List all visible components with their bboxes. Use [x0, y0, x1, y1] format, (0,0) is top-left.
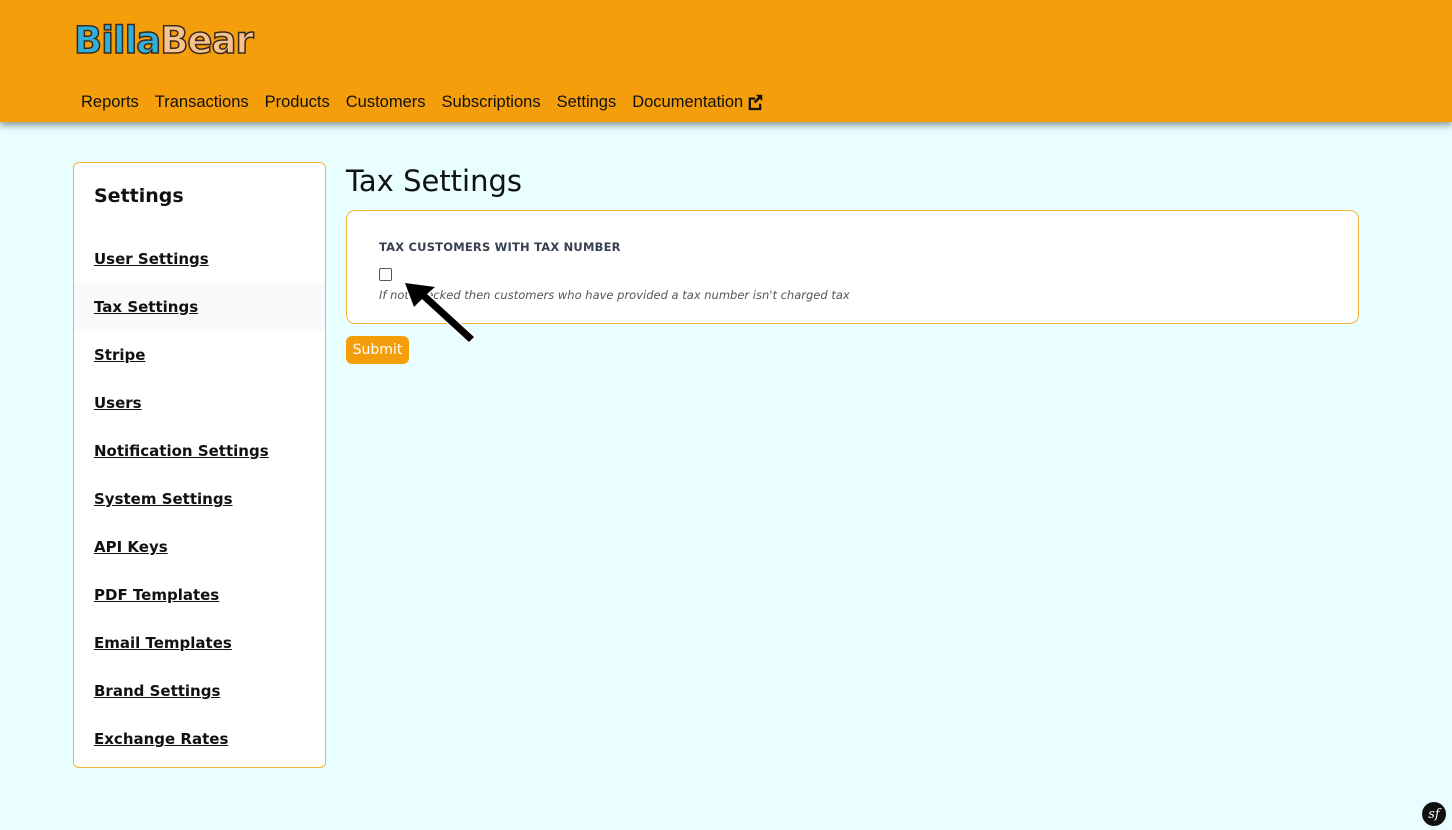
- main-nav: Reports Transactions Products Customers …: [81, 91, 780, 113]
- sidebar-link-system-settings[interactable]: System Settings: [94, 490, 233, 508]
- sidebar-link-pdf-templates[interactable]: PDF Templates: [94, 586, 219, 604]
- nav-subscriptions[interactable]: Subscriptions: [442, 91, 541, 113]
- sidebar-link-email-templates[interactable]: Email Templates: [94, 634, 232, 652]
- nav-documentation[interactable]: Documentation: [632, 91, 764, 113]
- tax-number-checkbox[interactable]: [379, 268, 392, 281]
- sidebar-item-notification-settings: Notification Settings: [74, 427, 325, 475]
- sidebar-item-users: Users: [74, 379, 325, 427]
- sidebar-link-notification-settings[interactable]: Notification Settings: [94, 442, 269, 460]
- nav-transactions[interactable]: Transactions: [155, 91, 249, 113]
- tax-number-label: TAX CUSTOMERS WITH TAX NUMBER: [379, 240, 621, 254]
- nav-settings[interactable]: Settings: [557, 91, 617, 113]
- logo-part2: Bear: [159, 18, 254, 63]
- sidebar-list: User Settings Tax Settings Stripe Users …: [74, 235, 325, 763]
- tax-settings-card: TAX CUSTOMERS WITH TAX NUMBER If not che…: [346, 210, 1359, 324]
- sidebar-item-email-templates: Email Templates: [74, 619, 325, 667]
- sidebar-item-api-keys: API Keys: [74, 523, 325, 571]
- nav-documentation-label: Documentation: [632, 93, 744, 111]
- sidebar-link-user-settings[interactable]: User Settings: [94, 250, 209, 268]
- sidebar-item-tax-settings: Tax Settings: [74, 283, 325, 331]
- symfony-icon-text: sf: [1428, 806, 1440, 822]
- sidebar-link-tax-settings[interactable]: Tax Settings: [94, 298, 198, 316]
- tax-number-help: If not checked then customers who have p…: [379, 288, 850, 302]
- sidebar-link-stripe[interactable]: Stripe: [94, 346, 145, 364]
- sidebar-item-system-settings: System Settings: [74, 475, 325, 523]
- nav-reports[interactable]: Reports: [81, 91, 139, 113]
- nav-products[interactable]: Products: [265, 91, 330, 113]
- sidebar-title: Settings: [94, 185, 184, 207]
- sidebar-link-users[interactable]: Users: [94, 394, 142, 412]
- sidebar-item-pdf-templates: PDF Templates: [74, 571, 325, 619]
- external-link-icon: [748, 94, 763, 111]
- billabear-logo[interactable]: BillaBear: [73, 18, 254, 63]
- nav-customers[interactable]: Customers: [346, 91, 426, 113]
- sidebar-link-exchange-rates[interactable]: Exchange Rates: [94, 730, 228, 748]
- sidebar-item-brand-settings: Brand Settings: [74, 667, 325, 715]
- sidebar-item-user-settings: User Settings: [74, 235, 325, 283]
- settings-sidebar: Settings User Settings Tax Settings Stri…: [73, 162, 326, 768]
- sidebar-link-api-keys[interactable]: API Keys: [94, 538, 168, 556]
- page-title: Tax Settings: [346, 164, 523, 198]
- symfony-icon[interactable]: sf: [1422, 802, 1446, 826]
- submit-button[interactable]: Submit: [346, 336, 409, 364]
- top-header: BillaBear Reports Transactions Products …: [0, 0, 1452, 122]
- logo-part1: Billa: [73, 18, 162, 63]
- sidebar-item-stripe: Stripe: [74, 331, 325, 379]
- sidebar-item-exchange-rates: Exchange Rates: [74, 715, 325, 763]
- sidebar-link-brand-settings[interactable]: Brand Settings: [94, 682, 220, 700]
